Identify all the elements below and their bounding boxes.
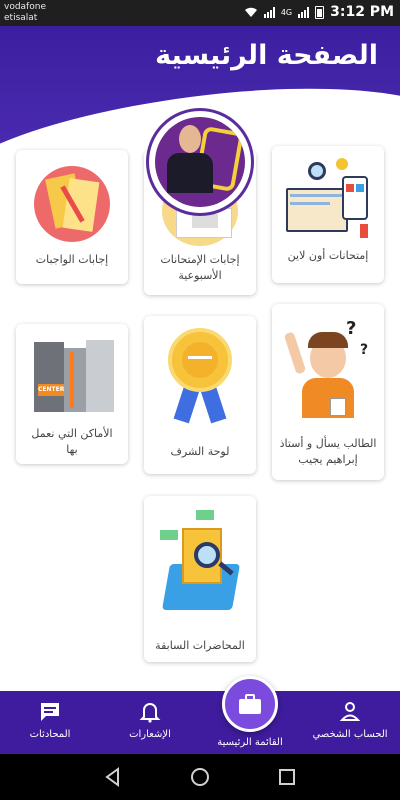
page-title: الصفحة الرئيسية bbox=[155, 40, 378, 71]
wifi-icon bbox=[244, 7, 257, 17]
person-icon bbox=[339, 701, 361, 723]
card-homework-answers[interactable]: إجابات الواجبات bbox=[16, 150, 128, 284]
network-type-label: 4G bbox=[280, 7, 293, 17]
medal-illustration bbox=[152, 324, 248, 424]
card-previous-lectures-label: المحاضرات السابقة bbox=[155, 639, 245, 652]
lectures-illustration bbox=[152, 504, 248, 614]
card-honor-board[interactable]: لوحة الشرف bbox=[144, 316, 256, 474]
battery-icon bbox=[315, 5, 325, 19]
status-bar: vodafone etisalat 4G 3:12 PM bbox=[0, 0, 400, 26]
nav-chats[interactable]: المحادثات bbox=[0, 691, 100, 754]
card-honor-board-label: لوحة الشرف bbox=[170, 445, 230, 458]
bottom-nav: الحساب الشخصي القائمة الرئيسية الإشعارات bbox=[0, 691, 400, 754]
teacher-logo-image bbox=[155, 117, 245, 207]
nav-main-menu-label: القائمة الرئيسية bbox=[217, 737, 283, 748]
system-nav-bar bbox=[0, 754, 400, 800]
main-menu-fab[interactable] bbox=[222, 676, 278, 732]
exam-online-illustration bbox=[280, 154, 376, 240]
nav-notifications-label: الإشعارات bbox=[129, 729, 171, 740]
card-previous-lectures[interactable]: المحاضرات السابقة bbox=[144, 496, 256, 662]
card-homework-answers-label: إجابات الواجبات bbox=[35, 253, 109, 266]
back-icon[interactable] bbox=[102, 766, 124, 788]
homework-illustration bbox=[24, 158, 120, 244]
signal-2-icon bbox=[298, 6, 310, 18]
nav-profile[interactable]: الحساب الشخصي bbox=[300, 691, 400, 754]
building-illustration: CENTER bbox=[24, 332, 120, 418]
app-screen: vodafone etisalat 4G 3:12 PM الصفحة الرئ… bbox=[0, 0, 400, 800]
status-icons: 4G 3:12 PM bbox=[244, 4, 394, 20]
home-icon[interactable] bbox=[189, 766, 211, 788]
student-question-illustration: ? ? bbox=[280, 312, 376, 420]
chat-icon bbox=[39, 701, 61, 723]
card-locations-label: الأماكن التي نعمل بها bbox=[31, 427, 113, 456]
briefcase-icon bbox=[239, 694, 261, 714]
clock: 3:12 PM bbox=[330, 4, 394, 20]
card-online-exams[interactable]: إمتحانات أون لاين bbox=[272, 146, 384, 283]
card-locations[interactable]: CENTER الأماكن التي نعمل بها bbox=[16, 324, 128, 464]
card-weekly-exam-answers-label: إجابات الإمتحانات الأسبوعية bbox=[160, 253, 240, 282]
recents-icon[interactable] bbox=[276, 766, 298, 788]
carrier-2: etisalat bbox=[4, 13, 38, 23]
teacher-logo bbox=[146, 108, 254, 216]
center-sign: CENTER bbox=[38, 384, 64, 396]
nav-profile-label: الحساب الشخصي bbox=[312, 729, 388, 740]
nav-chats-label: المحادثات bbox=[29, 729, 71, 740]
nav-notifications[interactable]: الإشعارات bbox=[100, 691, 200, 754]
card-ask-teacher[interactable]: ? ? الطالب يسأل و أستاذ إبراهيم يجيب bbox=[272, 304, 384, 480]
bell-icon bbox=[139, 701, 161, 723]
signal-1-icon bbox=[263, 6, 275, 18]
card-ask-teacher-label: الطالب يسأل و أستاذ إبراهيم يجيب bbox=[279, 437, 377, 466]
carrier-names: vodafone etisalat bbox=[4, 2, 46, 24]
card-online-exams-label: إمتحانات أون لاين bbox=[287, 249, 369, 262]
carrier-1: vodafone bbox=[4, 2, 46, 12]
